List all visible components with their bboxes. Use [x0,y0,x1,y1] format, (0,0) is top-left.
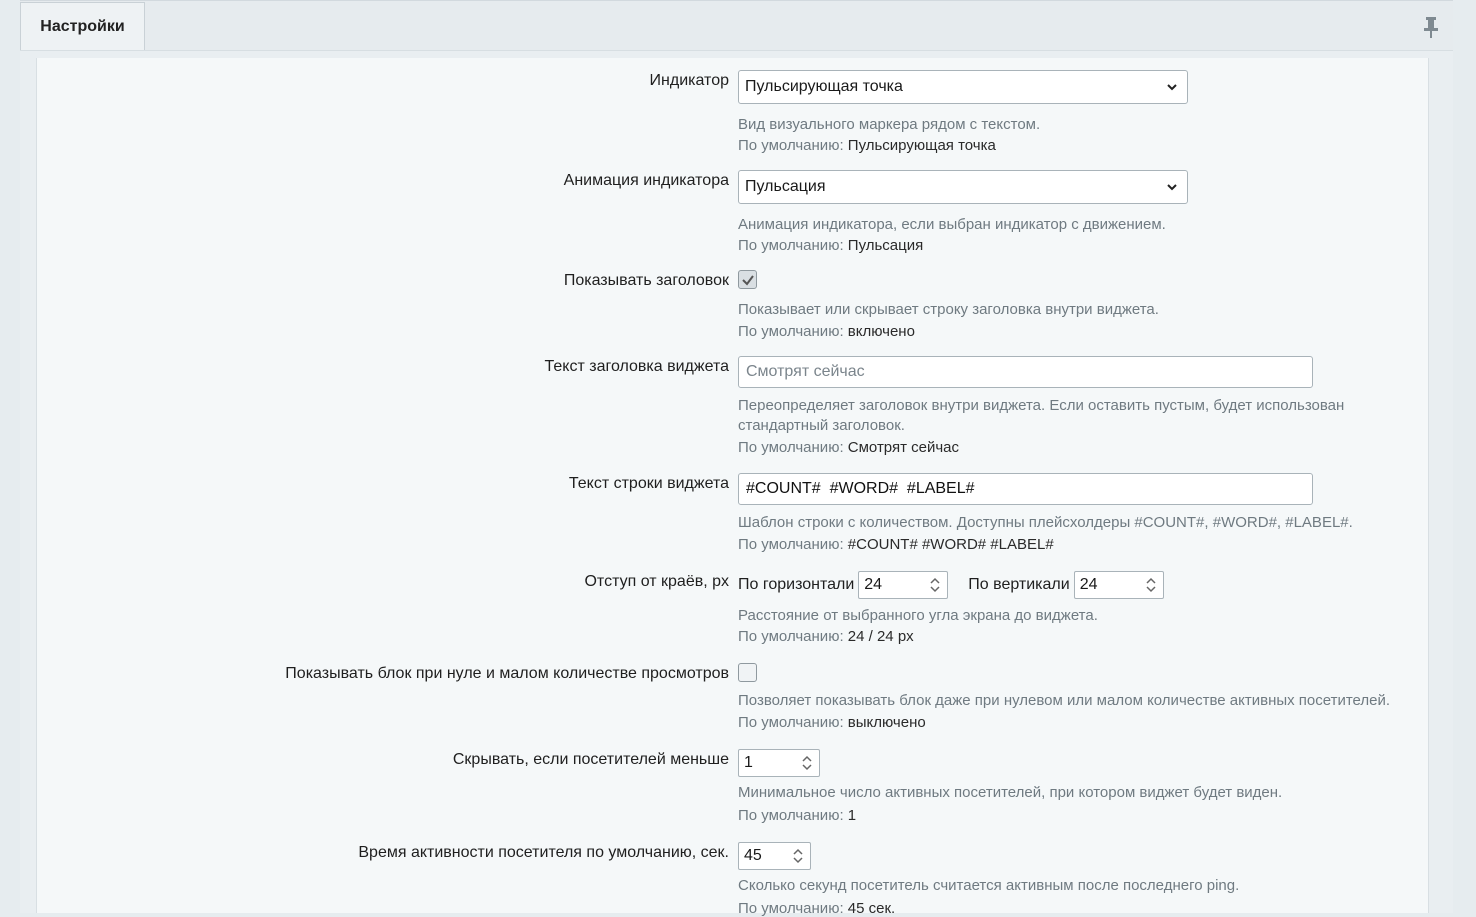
activity-time-hint: Сколько секунд посетитель считается акти… [738,877,1240,894]
hide-less-default: По умолчанию: 1 [738,807,857,824]
header-text-hint-line2: стандартный заголовок. [738,417,905,434]
offset-horizontal-value: 24 [864,576,883,593]
activity-time-default: По умолчанию: 45 сек. [738,900,896,917]
settings-panel: Настройки Индикатор Пульсирующая точка В… [20,0,1453,917]
offset-horizontal-input[interactable]: 24 [858,571,949,599]
settings-form: Индикатор Пульсирующая точка Вид визуаль… [36,58,1429,917]
row-text-hint: Шаблон строки с количеством. Доступны пл… [738,514,1353,531]
offset-horizontal-label: По горизонтали [738,576,855,593]
indicator-selected-value: Пульсирующая точка [745,78,903,95]
check-icon [741,274,754,286]
offset-vertical-input[interactable]: 24 [1073,571,1164,599]
header-text-default: По умолчанию: Смотрят сейчас [738,439,960,456]
hide-less-value: 1 [744,754,753,771]
tab-settings[interactable]: Настройки [20,2,145,50]
activity-time-label: Время активности посетителя по умолчанию… [358,844,729,861]
show-header-default: По умолчанию: включено [738,323,915,340]
indicator-select[interactable]: Пульсирующая точка [738,70,1188,104]
animation-selected-value: Пульсация [745,178,826,195]
indicator-hint: Вид визуального маркера рядом с текстом. [738,116,1041,133]
chevron-down-icon [1167,184,1177,191]
animation-label: Анимация индикатора [563,172,729,189]
show-zero-default: По умолчанию: выключено [738,714,926,731]
row-text-label: Текст строки виджета [568,475,729,492]
chevron-down-icon [1167,84,1177,91]
spinner-icon[interactable] [801,753,813,773]
tab-bar: Настройки [20,0,1453,58]
show-zero-checkbox[interactable] [738,663,757,682]
activity-time-value: 45 [744,847,762,864]
header-text-label: Текст заголовка виджета [544,358,730,375]
show-header-label: Показывать заголовок [563,272,729,289]
spinner-icon[interactable] [929,575,941,595]
hide-less-hint: Минимальное число активных посетителей, … [738,784,1283,801]
row-text-default: По умолчанию: #COUNT# #WORD# #LABEL# [738,536,1054,553]
animation-hint: Анимация индикатора, если выбран индикат… [738,216,1166,233]
offset-vertical-value: 24 [1079,576,1098,593]
show-zero-hint: Позволяет показывать блок даже при нулев… [738,692,1391,709]
header-text-hint-line1: Переопределяет заголовок внутри виджета.… [738,397,1345,414]
offset-default: По умолчанию: 24 / 24 px [738,628,914,645]
spinner-icon[interactable] [792,846,804,866]
tab-divider [20,50,1453,58]
show-zero-label: Показывать блок при нуле и малом количес… [285,665,729,682]
animation-select[interactable]: Пульсация [738,170,1188,204]
header-text-input[interactable]: Смотрят сейчас [738,356,1313,388]
spinner-icon[interactable] [1145,575,1157,595]
activity-time-input[interactable]: 45 [738,842,811,870]
show-header-checkbox[interactable] [738,270,757,289]
offset-vertical-label: По вертикали [968,576,1070,593]
offset-hint: Расстояние от выбранного угла экрана до … [738,607,1098,624]
pin-icon[interactable] [1421,14,1441,40]
indicator-label: Индикатор [649,72,729,89]
row-text-input[interactable]: #COUNT# #WORD# #LABEL# [738,473,1313,505]
show-header-hint: Показывает или скрывает строку заголовка… [738,301,1159,318]
indicator-default: По умолчанию: Пульсирующая точка [738,137,996,154]
hide-less-input[interactable]: 1 [738,749,820,777]
offset-label: Отступ от краёв, px [584,573,729,590]
hide-less-label: Скрывать, если посетителей меньше [452,751,729,768]
animation-default: По умолчанию: Пульсация [738,237,924,254]
